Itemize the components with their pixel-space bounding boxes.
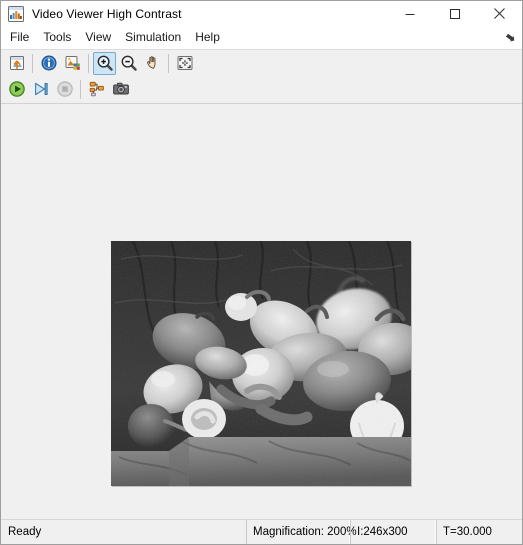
magnification-status: Magnification: 200%	[246, 520, 357, 544]
simulink-model-button[interactable]	[85, 78, 108, 101]
step-forward-button[interactable]	[29, 78, 52, 101]
menu-help[interactable]: Help	[188, 28, 227, 47]
menu-simulation[interactable]: Simulation	[118, 28, 188, 47]
maximize-button[interactable]	[432, 1, 477, 26]
run-button[interactable]	[5, 78, 28, 101]
video-information-button[interactable]	[37, 52, 60, 75]
zoom-out-button[interactable]	[117, 52, 140, 75]
menu-view[interactable]: View	[78, 28, 118, 47]
menu-overflow-arrow-icon[interactable]	[505, 32, 516, 43]
view-toolbar	[1, 50, 522, 76]
close-button[interactable]	[477, 1, 522, 26]
stop-button[interactable]	[53, 78, 76, 101]
video-display[interactable]	[111, 241, 411, 486]
snapshot-button[interactable]	[109, 78, 132, 101]
toolbar-separator	[32, 53, 33, 73]
toolbar-separator	[80, 79, 81, 99]
window-controls	[387, 1, 522, 26]
status-message: Ready	[8, 526, 42, 538]
toolbar-separator	[168, 53, 169, 73]
status-bar: Ready Magnification: 200% I:246x300 T=30…	[1, 519, 522, 544]
resolution-status: I:246x300	[350, 520, 436, 544]
playback-toolbar	[1, 76, 522, 102]
export-to-image-tool-button[interactable]	[5, 52, 28, 75]
menu-tools[interactable]: Tools	[36, 28, 78, 47]
minimize-button[interactable]	[387, 1, 432, 26]
peppers-high-contrast-frame	[111, 241, 411, 486]
toolbar-separator	[88, 53, 89, 73]
video-viewer-window: Video Viewer High Contrast File Tools Vi…	[0, 0, 523, 545]
menu-bar: File Tools View Simulation Help	[1, 26, 522, 50]
maintain-fit-to-window-button[interactable]	[173, 52, 196, 75]
matlab-simulink-scope-icon	[8, 5, 24, 22]
colormap-button[interactable]	[61, 52, 84, 75]
video-display-area	[1, 104, 522, 519]
time-status: T=30.000	[436, 520, 522, 544]
menu-file[interactable]: File	[3, 28, 36, 47]
title-bar: Video Viewer High Contrast	[1, 1, 522, 26]
window-title: Video Viewer High Contrast	[32, 6, 182, 21]
pan-button[interactable]	[141, 52, 164, 75]
zoom-in-button[interactable]	[93, 51, 116, 75]
toolbar-area	[1, 50, 522, 104]
